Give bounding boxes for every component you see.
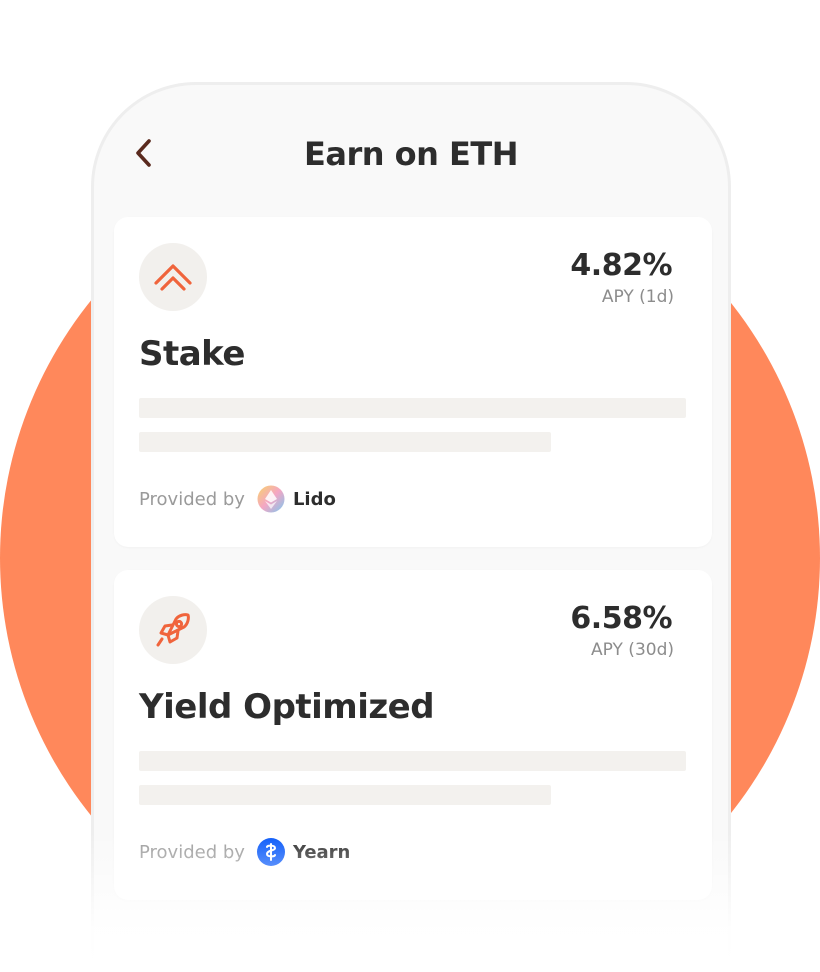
page-title: Earn on ETH [303, 135, 519, 173]
placeholder-line [139, 398, 686, 418]
header: Earn on ETH [94, 85, 728, 225]
earn-option-card-stake[interactable]: 4.82% APY (1d) Stake Provided by Lido [114, 217, 712, 547]
rocket-icon [156, 613, 190, 647]
provider-name: Yearn [292, 841, 351, 863]
apy-label: APY (30d) [591, 640, 674, 660]
double-chevron-up-icon [154, 264, 192, 291]
apy-label: APY (1d) [601, 287, 674, 307]
stake-icon-badge [139, 243, 207, 311]
screen: Earn on ETH 4.82% APY (1d) Stake Provide… [0, 0, 820, 972]
card-title: Stake [139, 334, 245, 374]
provided-by-label: Provided by [139, 488, 245, 510]
phone-frame: Earn on ETH 4.82% APY (1d) Stake Provide… [91, 82, 731, 972]
provided-by-label: Provided by [139, 841, 245, 863]
provider-row: Provided by Yearn [139, 838, 350, 866]
yield-icon-badge [139, 596, 207, 664]
apy-value: 6.58% [570, 601, 672, 636]
provider-row: Provided by Lido [139, 485, 336, 513]
placeholder-line [139, 785, 551, 805]
yearn-logo-icon [256, 838, 285, 866]
lido-logo-icon [257, 485, 285, 513]
apy-value: 4.82% [570, 248, 672, 283]
earn-option-card-yield-optimized[interactable]: 6.58% APY (30d) Yield Optimized Provided… [114, 570, 712, 900]
placeholder-line [139, 432, 551, 452]
provider-name: Lido [292, 488, 336, 510]
placeholder-line [139, 751, 686, 771]
card-title: Yield Optimized [139, 687, 435, 727]
